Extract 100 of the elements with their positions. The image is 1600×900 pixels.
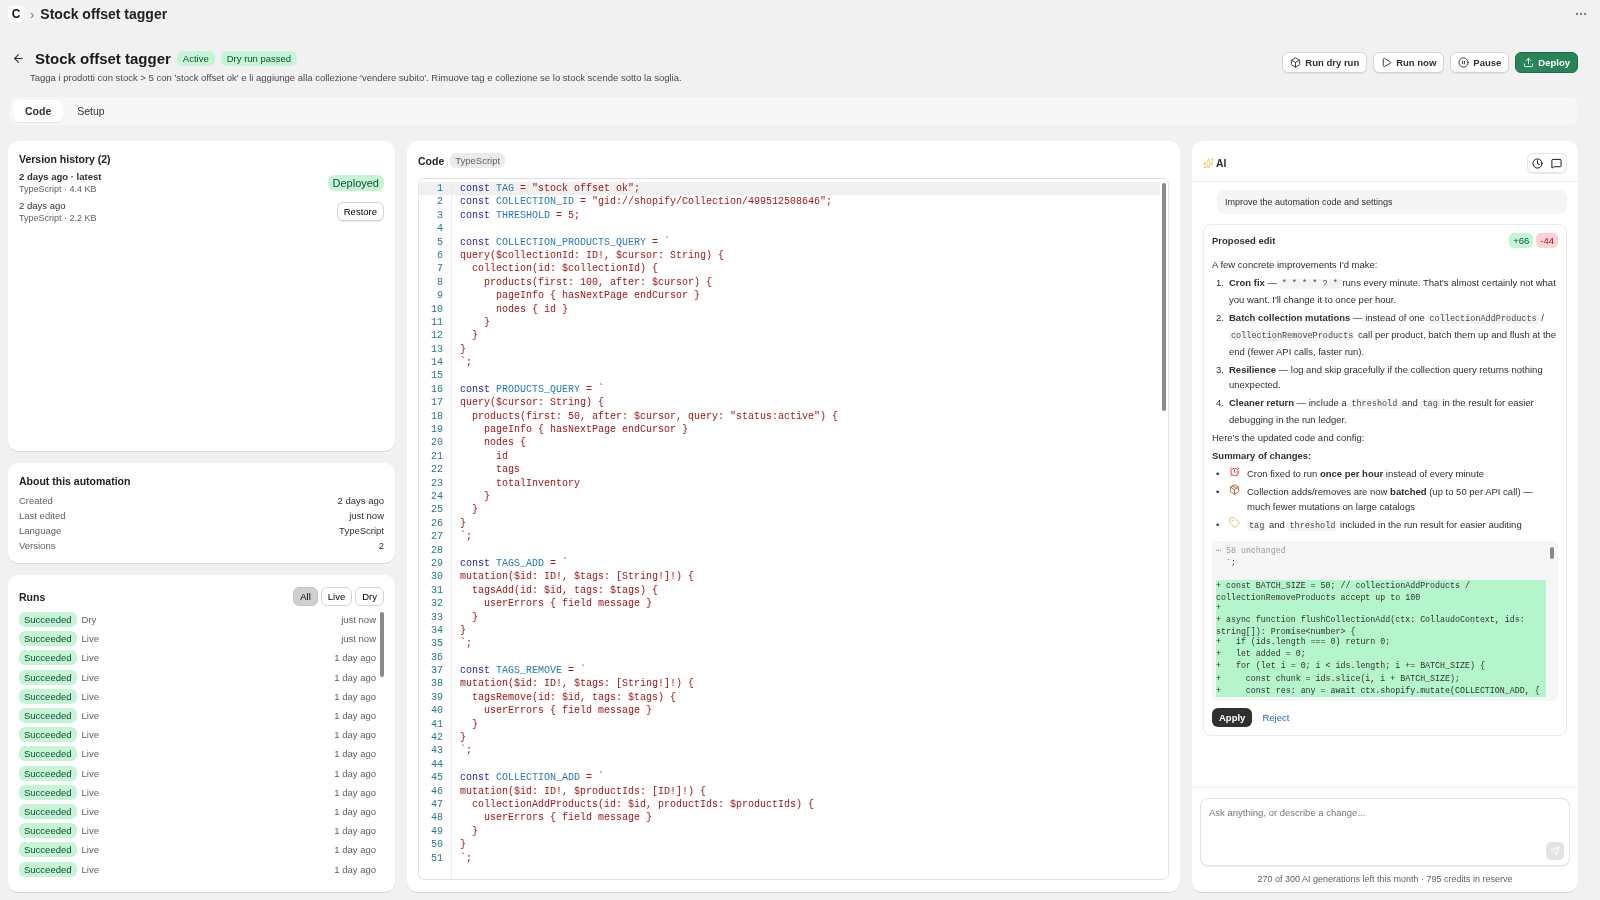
code-line: } (471, 610, 478, 624)
code-line: `; (460, 356, 472, 370)
line-number: 46 (430, 784, 444, 798)
scrollbar[interactable] (380, 612, 384, 677)
deployed-badge: Deployed (327, 174, 384, 191)
code-line: } (460, 516, 466, 531)
line-number: 18 (430, 409, 444, 424)
run-status-badge: Succeeded (19, 708, 77, 724)
line-number: 36 (430, 650, 444, 665)
version-title: 2 days ago (19, 200, 67, 211)
run-status-badge: Succeeded (19, 842, 77, 858)
run-time: just now (341, 614, 376, 626)
unchanged-summary: ⋯ 58 unchanged (1216, 545, 1287, 557)
run-status-badge: Succeeded (19, 746, 77, 762)
line-number: 19 (430, 423, 444, 437)
code-line: products(first: 50, after: $cursor, query: "status:active") { (471, 409, 839, 424)
line-number: 25 (430, 503, 444, 517)
list-item: tag and threshold included in the run result for easier auditing (1247, 518, 1523, 533)
line-number: 17 (430, 396, 444, 410)
code-line: nodes { (483, 436, 526, 450)
line-number: 16 (430, 382, 444, 397)
line-number: 47 (430, 797, 444, 812)
line-number: 40 (430, 704, 444, 718)
line-number: 6 (436, 248, 444, 263)
line-number: 31 (430, 583, 444, 598)
code-line: products(first: 100, after: $cursor) { (483, 275, 713, 290)
alarm-clock-icon (1229, 466, 1240, 477)
run-time: 1 day ago (334, 710, 376, 722)
run-status-badge: Succeeded (19, 823, 77, 839)
about-value: 2 days ago (337, 495, 384, 506)
run-status-badge: Succeeded (19, 650, 77, 666)
code-line: pageInfo { hasNextPage endCursor } (483, 423, 689, 437)
line-number: 5 (436, 235, 444, 249)
code-line: } (471, 503, 478, 517)
run-status-badge: Succeeded (19, 784, 77, 800)
line-number: 30 (430, 570, 444, 584)
run-mode: Live (81, 805, 100, 817)
scrollbar[interactable] (1162, 183, 1166, 411)
action-button[interactable]: Run now (1373, 52, 1445, 73)
line-number: 33 (430, 610, 444, 624)
upload-icon (1523, 57, 1535, 68)
action-button[interactable]: Deploy (1515, 52, 1578, 73)
action-button[interactable]: Pause (1450, 52, 1510, 73)
apply-button[interactable]: Apply (1212, 708, 1253, 727)
card-title: Code (418, 154, 445, 167)
code-line: } (483, 490, 490, 504)
run-status-badge: Succeeded (19, 861, 77, 877)
run-status-badge: Succeeded (19, 612, 77, 628)
run-mode: Live (81, 729, 100, 741)
run-status-badge: Succeeded (19, 631, 77, 647)
filter-button[interactable]: Dry (355, 587, 384, 606)
code-line: const TAG = "stock offset ok"; (460, 182, 641, 196)
code-line: mutation($id: ID!, $productIds: [ID!]!) { (460, 784, 707, 798)
chat-icon (1551, 157, 1562, 169)
run-mode: Dry (81, 614, 98, 626)
list-item: Batch collection mutations — instead of one collectionAddProducts / collectionRemoveProducts call per product, batch them up and flush at the end (fewer API calls, faster run). (1229, 311, 1558, 359)
list-item: Cron fixed to run once per hour instead of every minute (1247, 467, 1486, 481)
chat-input-field[interactable]: Ask anything, or describe a change... (1200, 798, 1570, 866)
line-number: 4 (436, 222, 444, 236)
code-line: query($cursor: String) { (460, 396, 605, 410)
line-number: 8 (436, 275, 444, 290)
code-line: `; (460, 851, 472, 865)
filter-button[interactable]: All (293, 587, 318, 606)
tab[interactable]: Setup (65, 100, 117, 122)
restore-button[interactable]: Restore (336, 202, 384, 221)
run-time: 1 day ago (334, 748, 376, 760)
code-line: } (460, 623, 466, 638)
line-number: 39 (430, 690, 444, 705)
line-number: 29 (430, 556, 444, 571)
line-number: 43 (430, 744, 444, 758)
line-number: 14 (430, 356, 444, 370)
code-line: userErrors { field message } (483, 811, 653, 825)
pause-icon (1458, 57, 1470, 68)
run-mode: Live (81, 863, 100, 875)
action-button[interactable]: Run dry run (1282, 52, 1368, 73)
line-number: 35 (430, 637, 444, 651)
message-text: Here's the updated code and config: (1212, 431, 1366, 445)
tab[interactable]: Code (13, 100, 64, 122)
code-line: `; (460, 744, 472, 758)
scrollbar[interactable] (1550, 547, 1554, 559)
line-number: 49 (430, 824, 444, 839)
about-label: Created (19, 495, 53, 506)
run-time: 1 day ago (334, 825, 376, 837)
box-icon (1290, 57, 1302, 68)
card-title: About this automation (19, 475, 132, 487)
code-line: nodes { id } (495, 302, 569, 316)
filter-button[interactable]: Live (320, 587, 353, 606)
back-icon[interactable] (12, 52, 25, 65)
reject-link[interactable]: Reject (1262, 712, 1290, 723)
package-icon (1229, 484, 1240, 495)
code-line: const PRODUCTS_QUERY = ` (460, 382, 605, 397)
bullet-mark: • (1216, 518, 1221, 532)
line-number: 51 (430, 851, 444, 865)
line-number: 22 (430, 463, 444, 477)
code-line: pageInfo { hasNextPage endCursor } (495, 289, 701, 303)
line-number: 50 (430, 838, 444, 852)
run-mode: Live (81, 633, 100, 645)
run-mode: Live (81, 825, 100, 837)
run-mode: Live (81, 710, 100, 722)
language-tag: TypeScript (450, 153, 506, 168)
